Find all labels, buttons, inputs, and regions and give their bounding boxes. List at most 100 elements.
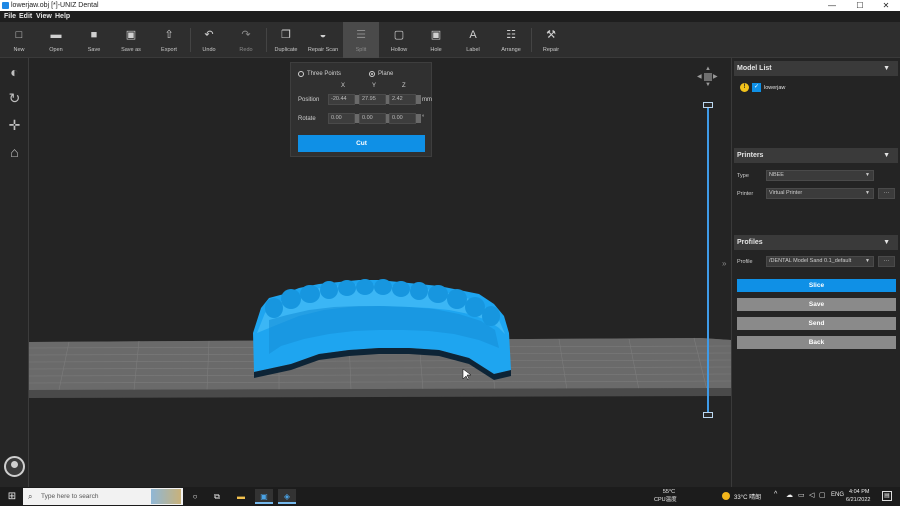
- rotate-z-input[interactable]: 0.00: [389, 113, 421, 124]
- support-icon[interactable]: ⌂: [5, 143, 24, 162]
- undo-icon: ↶: [204, 29, 214, 41]
- new-button[interactable]: □ New: [1, 22, 37, 58]
- label-label: Label: [466, 47, 480, 53]
- layer-slider-top-handle[interactable]: [703, 102, 713, 108]
- save-as-button[interactable]: ▣ Save as: [113, 22, 149, 58]
- translate-icon[interactable]: ✛: [5, 116, 24, 135]
- repair-button[interactable]: ⚒ Repair: [533, 22, 569, 58]
- close-button[interactable]: ✕: [872, 0, 900, 11]
- hole-button[interactable]: ▣ Hole: [418, 22, 454, 58]
- start-icon[interactable]: ⊞: [3, 489, 21, 504]
- repair-scan-button[interactable]: ◒ Repair Scan: [305, 22, 341, 58]
- minimize-button[interactable]: —: [818, 0, 846, 11]
- model-name[interactable]: lowerjaw: [764, 85, 785, 91]
- save-button[interactable]: ■ Save: [76, 22, 112, 58]
- rotate-y-input[interactable]: 0.00: [359, 113, 391, 124]
- slice-button[interactable]: Slice: [737, 279, 896, 292]
- language-indicator[interactable]: ENG: [831, 492, 844, 498]
- uniz-dental-icon[interactable]: ◈: [278, 489, 296, 504]
- menu-view[interactable]: View: [36, 11, 52, 22]
- maximize-button[interactable]: ☐: [846, 0, 874, 11]
- layer-slider-track[interactable]: [707, 105, 709, 416]
- label-button[interactable]: A Label: [455, 22, 491, 58]
- view-cube[interactable]: ▲ ◀ ▶ ▼: [697, 66, 719, 88]
- three-points-radio[interactable]: [298, 71, 304, 77]
- weather-text[interactable]: 33°C 晴朗: [734, 492, 761, 501]
- axis-x-label: X: [341, 83, 346, 89]
- chevron-down-icon[interactable]: ▼: [883, 61, 890, 76]
- tray-chevron-icon[interactable]: ^: [774, 491, 777, 498]
- collapse-panel-icon[interactable]: »: [722, 259, 726, 268]
- position-y-input[interactable]: 27.95: [359, 94, 391, 105]
- undo-button[interactable]: ↶ Undo: [191, 22, 227, 58]
- caret-down-icon: ▼: [865, 190, 870, 196]
- taskbar-search[interactable]: ⌕ Type here to search: [23, 488, 183, 505]
- layer-slider-bottom-handle[interactable]: [703, 412, 713, 418]
- weather-icon: [722, 492, 730, 500]
- view-up-icon[interactable]: ▲: [705, 66, 711, 72]
- search-icon: ⌕: [28, 492, 33, 501]
- redo-button[interactable]: ↷ Redo: [228, 22, 264, 58]
- chevron-down-icon[interactable]: ▼: [883, 235, 890, 250]
- display-icon[interactable]: ▢: [819, 491, 826, 499]
- menu-edit[interactable]: Edit: [19, 11, 32, 22]
- taskbar: ⊞ ⌕ Type here to search ○ ⧉ ▬ ▣ ◈ 55°C C…: [0, 487, 900, 506]
- type-label: Type: [737, 173, 749, 179]
- redo-icon: ↷: [241, 29, 251, 41]
- view-down-icon[interactable]: ▼: [705, 82, 711, 88]
- chevron-down-icon[interactable]: ▼: [883, 148, 890, 163]
- uniz-app-icon[interactable]: ▣: [255, 489, 273, 504]
- toolbar-separator: [531, 28, 532, 52]
- network-icon[interactable]: ▭: [798, 491, 805, 499]
- type-select[interactable]: NBEE ▼: [766, 170, 874, 181]
- export-button[interactable]: ⇧ Export: [151, 22, 187, 58]
- view-right-icon[interactable]: ▶: [713, 74, 718, 80]
- warning-icon: !: [740, 83, 749, 92]
- printer-select[interactable]: Virtual Printer ▼: [766, 188, 874, 199]
- profiles-title: Profiles: [737, 239, 763, 246]
- split-icon: ☰: [356, 29, 366, 41]
- cpu-label: CPU温度: [654, 497, 677, 503]
- view-center[interactable]: [704, 73, 712, 81]
- hollow-label: Hollow: [390, 47, 408, 53]
- cut-button[interactable]: Cut: [298, 135, 425, 152]
- clock-date[interactable]: 6/21/2022: [846, 496, 870, 504]
- model-checkbox[interactable]: ✓: [752, 83, 761, 92]
- printer-value: Virtual Printer: [769, 190, 803, 196]
- profiles-header[interactable]: Profiles ▼: [734, 235, 898, 250]
- notification-icon[interactable]: ▤: [882, 491, 892, 501]
- file-explorer-icon[interactable]: ▬: [232, 489, 250, 504]
- volume-icon[interactable]: ◁: [809, 491, 814, 499]
- rotate-x-input[interactable]: 0.00: [328, 113, 360, 124]
- printer-more-button[interactable]: ···: [878, 188, 895, 199]
- menu-file[interactable]: File: [4, 11, 16, 22]
- clock-time[interactable]: 4:04 PM: [849, 488, 869, 496]
- printers-header[interactable]: Printers ▼: [734, 148, 898, 163]
- send-button[interactable]: Send: [737, 317, 896, 330]
- menu-help[interactable]: Help: [55, 11, 70, 22]
- hollow-button[interactable]: ▢ Hollow: [381, 22, 417, 58]
- cortana-icon[interactable]: ○: [186, 489, 204, 504]
- duplicate-button[interactable]: ❐ Duplicate: [268, 22, 304, 58]
- profile-more-button[interactable]: ···: [878, 256, 895, 267]
- back-button[interactable]: Back: [737, 336, 896, 349]
- split-button[interactable]: ☰ Split: [343, 22, 379, 58]
- cloud-icon[interactable]: ☁: [786, 491, 793, 499]
- save-action-button[interactable]: Save: [737, 298, 896, 311]
- repair-scan-icon: ◒: [319, 29, 327, 41]
- window-title: lowerjaw.obj [*]-UNIZ Dental: [11, 2, 99, 9]
- profile-select[interactable]: /DENTAL Model Sand 0.1_default ▼: [766, 256, 874, 267]
- rotate-icon[interactable]: ↻: [5, 89, 24, 108]
- task-view-icon[interactable]: ⧉: [208, 489, 226, 504]
- position-x-input[interactable]: -20.44: [328, 94, 360, 105]
- open-button[interactable]: ▬ Open: [38, 22, 74, 58]
- position-z-input[interactable]: 2.42: [389, 94, 421, 105]
- plane-radio[interactable]: [369, 71, 375, 77]
- arrange-button[interactable]: ☷ Arrange: [493, 22, 529, 58]
- view-left-icon[interactable]: ◀: [697, 74, 702, 80]
- move-view-icon[interactable]: ◐: [5, 63, 24, 82]
- user-avatar[interactable]: [4, 456, 25, 477]
- three-points-label: Three Points: [307, 71, 342, 77]
- arrange-label: Arrange: [501, 47, 521, 53]
- model-list-header[interactable]: Model List ▼: [734, 61, 898, 76]
